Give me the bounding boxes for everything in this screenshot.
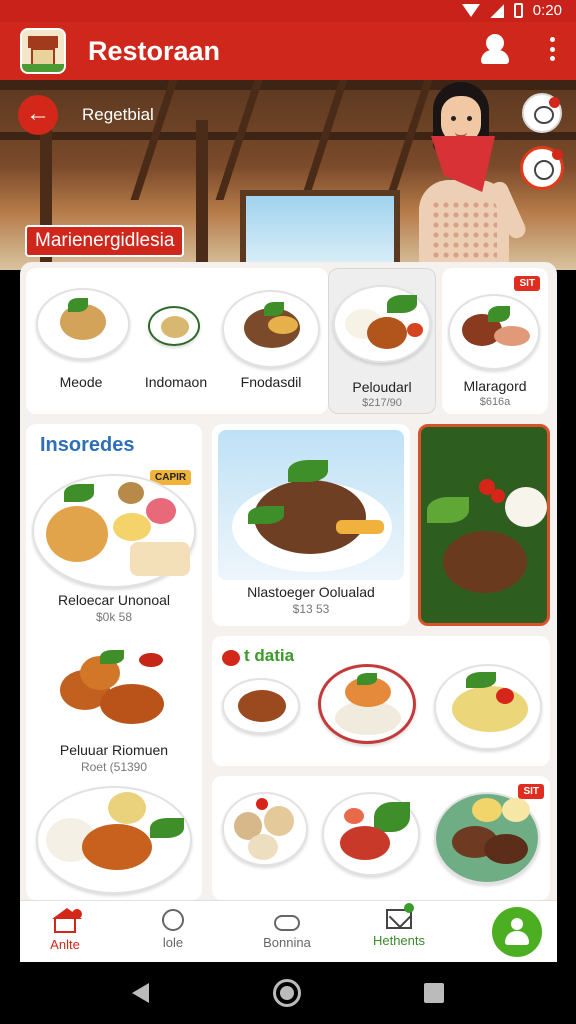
wifi-icon	[461, 4, 480, 17]
system-home-icon[interactable]	[273, 979, 301, 1007]
system-back-icon[interactable]	[132, 983, 149, 1003]
location-icon	[162, 909, 184, 931]
featured-dish-image	[218, 430, 404, 580]
section-title: t datia	[244, 646, 295, 665]
more-options-icon[interactable]	[548, 35, 556, 63]
nav-hethents[interactable]: Hethents	[354, 903, 444, 948]
plate-meatballs[interactable]	[222, 678, 300, 734]
nav-lole[interactable]: lole	[128, 909, 218, 950]
mascot-illustration	[395, 80, 529, 270]
item-price: Roet (51390	[80, 760, 148, 774]
region-chip[interactable]: Marienergidlesia	[25, 225, 185, 257]
chat-bubble-icon	[222, 650, 240, 666]
clock: 0:20	[532, 2, 562, 19]
food-name: Peloudarl	[352, 379, 412, 395]
nav-label: Bonnina	[263, 935, 311, 950]
food-card[interactable]: SIT Mlaragord $616a	[442, 268, 548, 414]
section-title: Insoredes	[40, 434, 135, 456]
hero-subtitle: Regetbial	[82, 105, 154, 124]
banana-leaf-card[interactable]	[418, 424, 550, 626]
food-price: $616a	[479, 396, 511, 408]
signal-icon	[489, 3, 504, 18]
sit-badge: SIT	[514, 276, 540, 291]
plate-fnodasdil[interactable]	[222, 290, 320, 368]
food-name[interactable]: Indomaon	[134, 374, 218, 390]
section-datia: t datia	[212, 636, 550, 766]
plate-rice-chicken[interactable]	[36, 786, 192, 894]
plate-platter[interactable]	[32, 474, 196, 588]
nav-label: lole	[162, 935, 184, 950]
cloud-icon	[274, 915, 300, 931]
plate-meode[interactable]	[36, 288, 130, 360]
battery-icon	[513, 3, 523, 18]
item-price: $0k 58	[95, 610, 133, 624]
featured-dish-card[interactable]: Nlastoeger Oolualad $13 53	[212, 424, 410, 626]
restaurant-window	[240, 190, 400, 270]
hero-banner: ← Regetbial Marienergidlesia	[0, 80, 576, 270]
food-carousel: Meode Indomaon Fnodasdil	[26, 268, 328, 414]
plate-grilled-meat[interactable]	[434, 792, 540, 884]
app-bar: Restoraan	[0, 22, 576, 80]
status-bar: 0:20	[0, 0, 576, 22]
food-name: Mlaragord	[463, 378, 527, 394]
system-recents-icon[interactable]	[424, 983, 444, 1003]
item-fried-chicken[interactable]	[54, 644, 174, 734]
food-name[interactable]: Meode	[34, 374, 128, 390]
section-insoredes: Insoredes CAPIR Reloecar Unonoal $0k 58 …	[26, 424, 202, 900]
mail-icon	[386, 903, 414, 929]
home-icon	[52, 908, 82, 933]
plate-greens[interactable]	[322, 792, 420, 876]
food-price: $217/90	[362, 397, 402, 409]
bottom-navigation: Anlte lole Bonnina Hethents	[20, 900, 557, 962]
restaurant-logo[interactable]	[20, 28, 66, 74]
menu-panel: Meode Indomaon Fnodasdil Peloudarl $217/…	[20, 262, 557, 900]
featured-dish-name: Nlastoeger Oolualad	[247, 584, 375, 600]
featured-dish-price: $13 53	[292, 602, 330, 616]
nav-home[interactable]: Anlte	[20, 908, 110, 952]
nav-label: Anlte	[50, 937, 80, 952]
chat-icon[interactable]	[522, 93, 562, 133]
plate-mlaragord	[448, 294, 540, 370]
sit-badge: SIT	[518, 784, 544, 799]
plate-vegetables[interactable]	[434, 664, 542, 750]
food-name[interactable]: Fnodasdil	[222, 374, 320, 390]
plate-dumplings[interactable]	[222, 792, 308, 866]
app-title: Restoraan	[88, 35, 221, 66]
nav-bonnina[interactable]: Bonnina	[242, 909, 332, 950]
timer-icon[interactable]	[520, 146, 564, 190]
profile-fab[interactable]	[492, 907, 542, 957]
profile-icon[interactable]	[478, 32, 512, 66]
system-navigation-bar	[0, 962, 576, 1024]
item-name[interactable]: Peluuar Riomuen	[26, 742, 202, 758]
plate-rice-salad[interactable]	[318, 664, 416, 744]
back-button[interactable]: ←	[18, 95, 58, 135]
food-card-selected[interactable]: Peloudarl $217/90	[328, 268, 436, 414]
plate-peloudarl	[333, 285, 431, 363]
nav-label: Hethents	[372, 933, 426, 948]
item-name[interactable]: Reloecar Unonoal	[26, 592, 202, 608]
plate-indomaon[interactable]	[148, 306, 200, 346]
dish-row-card: SIT	[212, 776, 550, 900]
